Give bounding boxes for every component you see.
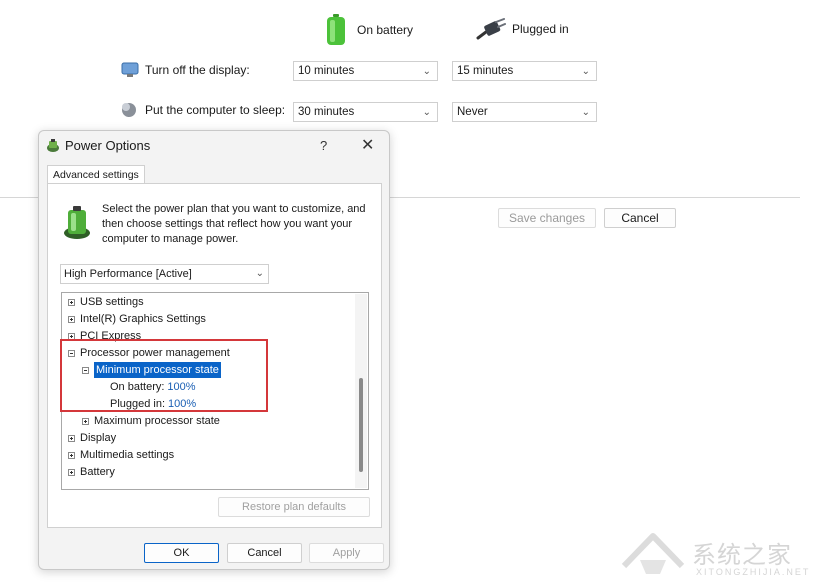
expand-plus-icon[interactable] <box>68 315 75 323</box>
close-button[interactable]: ✕ <box>361 135 374 155</box>
dialog-description: Select the power plan that you want to c… <box>102 203 366 245</box>
power-plan-select[interactable]: High Performance [Active] ⌄ <box>60 264 269 284</box>
dialog-title: Power Options <box>65 138 151 153</box>
apply-button[interactable]: Apply <box>309 543 384 563</box>
chevron-down-icon: ⌄ <box>422 107 431 118</box>
chevron-down-icon: ⌄ <box>255 268 264 279</box>
ok-button[interactable]: OK <box>144 543 219 563</box>
chevron-down-icon: ⌄ <box>422 66 431 77</box>
expand-plus-icon[interactable] <box>68 434 75 442</box>
tree-item-display[interactable]: Display <box>68 430 116 446</box>
tab-advanced-settings[interactable]: Advanced settings <box>47 165 145 184</box>
plugged-in-column-header: Plugged in <box>476 18 569 40</box>
tree-scrollbar[interactable] <box>355 294 367 488</box>
tree-item-intel-graphics[interactable]: Intel(R) Graphics Settings <box>68 311 206 327</box>
watermark-text: 系统之家 <box>692 541 792 569</box>
sleep-row-label: Put the computer to sleep: <box>121 102 285 118</box>
display-off-on-battery-select[interactable]: 10 minutes ⌄ <box>293 61 438 81</box>
chevron-down-icon: ⌄ <box>581 66 590 77</box>
restore-plan-defaults-button[interactable]: Restore plan defaults <box>218 497 370 517</box>
on-battery-column-header: On battery <box>324 14 413 46</box>
chevron-down-icon: ⌄ <box>581 107 590 118</box>
dialog-titlebar: Power Options ? ✕ <box>39 131 389 161</box>
tree-item-battery[interactable]: Battery <box>68 464 115 480</box>
display-off-row-label: Turn off the display: <box>121 62 250 78</box>
scrollbar-thumb[interactable] <box>359 378 363 472</box>
expand-plus-icon[interactable] <box>82 417 89 425</box>
battery-icon <box>327 14 345 45</box>
tree-item-usb-settings[interactable]: USB settings <box>68 294 144 310</box>
dialog-cancel-button[interactable]: Cancel <box>227 543 302 563</box>
on-battery-label: On battery <box>357 23 414 37</box>
save-changes-button[interactable]: Save changes <box>498 208 596 228</box>
watermark: 系统之家 XITONGZHIJIA.NET <box>620 530 808 581</box>
house-logo-icon <box>621 533 685 574</box>
watermark-url: XITONGZHIJIA.NET <box>696 567 811 577</box>
sleep-moon-icon <box>122 103 136 117</box>
sleep-on-battery-select[interactable]: 30 minutes ⌄ <box>293 102 438 122</box>
power-plug-icon <box>476 18 506 40</box>
help-button[interactable]: ? <box>320 138 327 153</box>
power-options-icon <box>47 139 59 152</box>
tree-item-maximum-processor-state[interactable]: Maximum processor state <box>82 413 220 429</box>
plugged-in-label: Plugged in <box>512 22 569 36</box>
expand-plus-icon[interactable] <box>68 468 75 476</box>
highlight-box <box>60 339 268 412</box>
display-icon <box>121 62 139 77</box>
power-plan-battery-icon <box>64 206 90 239</box>
display-off-plugged-in-select[interactable]: 15 minutes ⌄ <box>452 61 597 81</box>
expand-plus-icon[interactable] <box>68 298 75 306</box>
cancel-button[interactable]: Cancel <box>604 208 676 228</box>
sleep-plugged-in-select[interactable]: Never ⌄ <box>452 102 597 122</box>
expand-plus-icon[interactable] <box>68 451 75 459</box>
tree-item-multimedia-settings[interactable]: Multimedia settings <box>68 447 174 463</box>
